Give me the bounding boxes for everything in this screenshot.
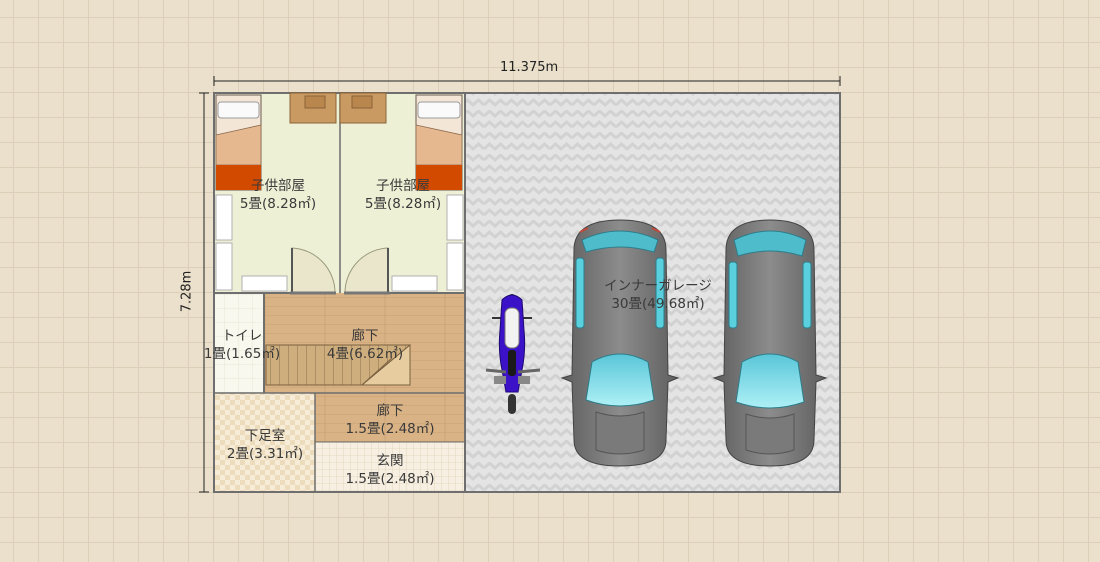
car-right	[712, 219, 828, 467]
hallway-main-size: 4畳(6.62㎡)	[326, 346, 404, 362]
hallway-small-label: 廊下 1.5畳(2.48㎡)	[335, 402, 445, 438]
hallway-small-size: 1.5畳(2.48㎡)	[345, 421, 435, 437]
shoe-room-size: 2畳(3.31㎡)	[226, 446, 304, 462]
car-left	[560, 219, 680, 467]
bed-left	[215, 94, 262, 191]
hallway-main-label: 廊下 4畳(6.62㎡)	[315, 327, 415, 363]
garage-name: インナーガレージ	[604, 278, 712, 294]
kids-room-right-name: 子供部屋	[376, 178, 430, 194]
garage-label: インナーガレージ 30畳(49.68㎡)	[588, 277, 728, 313]
garage-size: 30畳(49.68㎡)	[611, 296, 705, 312]
entrance-label: 玄関 1.5畳(2.48㎡)	[335, 452, 445, 488]
height-dimension-label: 7.28m	[179, 270, 195, 313]
dimension-line-vertical	[199, 92, 209, 493]
entrance-name: 玄関	[376, 453, 404, 469]
toilet-label: トイレ 1畳(1.65㎡)	[197, 327, 287, 363]
hallway-main-name: 廊下	[351, 328, 379, 344]
desk-right	[339, 92, 387, 124]
shoe-room-label: 下足室 2畳(3.31㎡)	[215, 427, 315, 463]
kids-room-right-label: 子供部屋 5畳(8.28㎡)	[353, 177, 453, 213]
toilet-size: 1畳(1.65㎡)	[203, 346, 281, 362]
kids-room-left-size: 5畳(8.28㎡)	[239, 196, 317, 212]
width-dimension-label: 11.375m	[500, 60, 559, 75]
shoe-room-name: 下足室	[244, 428, 286, 444]
kids-room-right-size: 5畳(8.28㎡)	[364, 196, 442, 212]
hallway-small-name: 廊下	[376, 403, 404, 419]
kids-room-left-label: 子供部屋 5畳(8.28㎡)	[228, 177, 328, 213]
bed-right	[415, 94, 463, 191]
entrance-size: 1.5畳(2.48㎡)	[345, 471, 435, 487]
desk-left	[289, 92, 337, 124]
dimension-line-horizontal	[213, 76, 841, 86]
kids-room-left-name: 子供部屋	[251, 178, 305, 194]
floor-plan	[199, 76, 841, 493]
toilet-name: トイレ	[221, 328, 263, 344]
